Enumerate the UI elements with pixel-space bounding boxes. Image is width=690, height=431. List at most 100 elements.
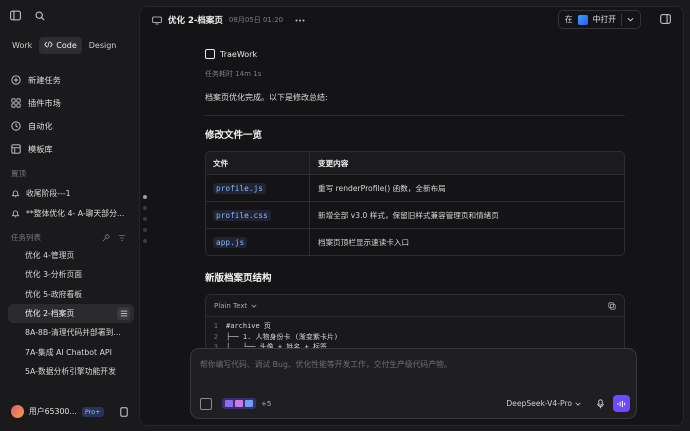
task-item[interactable]: 优化 3-分析页面 xyxy=(8,265,134,284)
nav-item-plugin-market[interactable]: 插件市场 xyxy=(8,91,132,114)
section-heading: 修改文件一览 xyxy=(205,130,263,141)
task-list-label: 任务列表 xyxy=(11,233,41,242)
user-profile[interactable]: 用户65300... Pro+ xyxy=(11,405,128,418)
app-icon xyxy=(577,14,588,25)
context-thumbnails[interactable] xyxy=(222,398,256,409)
panel-toggle-icon[interactable] xyxy=(660,14,671,24)
assistant-brand: TraeWork xyxy=(205,47,625,61)
nav-item-label: 模板库 xyxy=(28,143,53,154)
code-block: Plain Text 1 #archive 页 2 ├── 1. 人物身份卡 (渐变… xyxy=(205,294,625,354)
user-name: 用户65300... xyxy=(29,407,77,416)
task-item-label: 优化 5-政府看板 xyxy=(25,289,83,299)
code-icon xyxy=(44,37,53,54)
composer-placeholder[interactable]: 帮你编写代码、调试 Bug、优化性能等开发工作，交付生产级代码产物。 xyxy=(200,359,452,370)
scroll-indicator[interactable] xyxy=(143,195,147,243)
task-duration: 任务耗时 14m 1s xyxy=(205,70,262,78)
mode-switcher: Work Code Design xyxy=(7,37,121,54)
task-item-label: 优化 3-分析页面 xyxy=(25,270,83,280)
task-item[interactable]: 优化 4-管理页 xyxy=(8,246,134,265)
page-title: 优化 2-档案页 xyxy=(168,16,223,26)
task-item[interactable]: 7A-集成 AI Chatbot API xyxy=(8,342,134,361)
attach-icon[interactable] xyxy=(200,397,212,410)
task-item[interactable]: 优化 5-政府看板 xyxy=(8,285,134,304)
task-list: 优化 4-管理页 优化 3-分析页面 优化 5-政府看板 优化 2-档案页 8A… xyxy=(8,246,134,394)
image-icon xyxy=(235,400,243,407)
image-icon xyxy=(245,400,253,407)
nav-item-automation[interactable]: 自动化 xyxy=(8,114,132,137)
nav-item-label: 新建任务 xyxy=(28,74,61,85)
nav-item-templates[interactable]: 模板库 xyxy=(8,137,132,160)
open-in-suffix: 中打开 xyxy=(592,15,616,24)
table-header-file: 文件 xyxy=(213,158,229,168)
message-composer[interactable]: 帮你编写代码、调试 Bug、优化性能等开发工作，交付生产级代码产物。 +5 De… xyxy=(190,348,637,419)
task-item[interactable]: 5A-数据分析引擎功能开发 xyxy=(8,362,134,381)
monitor-icon xyxy=(152,16,162,25)
file-name[interactable]: profile.js xyxy=(213,182,266,194)
changes-table: 文件 变更内容 profile.js 重写 renderProfile() 函数… xyxy=(205,151,625,256)
task-item-label: 5A-数据分析引擎功能开发 xyxy=(25,366,116,376)
open-in-app-button[interactable]: 在 中打开 xyxy=(557,10,641,29)
device-icon[interactable] xyxy=(120,406,128,417)
table-header: 文件 变更内容 xyxy=(206,152,624,174)
pinned-item[interactable]: **整体优化 4- A-聊天部分... xyxy=(8,203,132,223)
task-list-header: 任务列表 xyxy=(11,232,126,243)
pinned-section-label: 置顶 xyxy=(11,169,26,178)
grid-icon xyxy=(11,97,21,108)
composer-toolbar: +5 DeepSeek-V4-Pro xyxy=(200,395,630,412)
task-item-label: 优化 2-档案页 xyxy=(25,309,75,319)
copy-icon[interactable] xyxy=(608,301,616,310)
mode-work-tab[interactable]: Work xyxy=(7,37,37,54)
model-selector[interactable]: DeepSeek-V4-Pro xyxy=(506,399,581,408)
pinned-item-label: **整体优化 4- A-聊天部分... xyxy=(26,208,125,218)
chevron-down-icon xyxy=(575,399,581,408)
sidebar-toggle-icon[interactable] xyxy=(10,10,21,21)
change-desc: 新增全部 v3.0 样式，保留旧样式兼容管理页和情绪页 xyxy=(318,210,499,220)
table-row: app.js 档案页顶栏显示速读卡入口 xyxy=(206,228,624,255)
task-item[interactable]: 8A-8B-清理代码并部署到... xyxy=(8,323,134,342)
section-heading: 新版档案页结构 xyxy=(205,273,272,284)
mode-code-tab[interactable]: Code xyxy=(39,37,82,54)
change-desc: 档案页顶栏显示速读卡入口 xyxy=(318,237,410,247)
code-line: 1 #archive 页 xyxy=(213,322,271,331)
mode-design-tab[interactable]: Design xyxy=(84,37,122,54)
template-icon xyxy=(11,143,21,154)
bell-icon xyxy=(11,189,20,198)
nav-item-new-task[interactable]: 新建任务 xyxy=(8,68,132,91)
nav-item-label: 自动化 xyxy=(28,120,53,131)
sidebar-top-actions xyxy=(10,10,45,21)
task-item-label: 优化 4-管理页 xyxy=(25,251,75,261)
file-name[interactable]: profile.css xyxy=(213,209,271,221)
filter-icon[interactable] xyxy=(118,234,126,242)
mode-code-label: Code xyxy=(56,41,77,50)
brand-name: TraeWork xyxy=(220,49,258,59)
clock-icon xyxy=(11,120,21,131)
message-content: TraeWork 任务耗时 14m 1s 档案页优化完成。以下是修改总结: 修改… xyxy=(205,47,625,354)
sidebar-nav: 新建任务 插件市场 自动化 模板库 xyxy=(8,68,132,160)
chevron-down-icon xyxy=(251,302,257,310)
nav-item-label: 插件市场 xyxy=(28,97,61,108)
divider xyxy=(205,115,625,116)
add-task-icon xyxy=(11,74,21,85)
pinned-item[interactable]: 收尾阶段---1 xyxy=(8,183,132,203)
more-icon[interactable] xyxy=(295,19,305,22)
pin-icon[interactable] xyxy=(102,233,110,242)
pinned-list: 收尾阶段---1 **整体优化 4- A-聊天部分... xyxy=(8,183,132,223)
microphone-icon[interactable] xyxy=(595,398,605,409)
code-block-header: Plain Text xyxy=(206,295,624,317)
task-options-icon[interactable] xyxy=(117,307,130,321)
send-button[interactable] xyxy=(613,395,630,412)
pro-badge: Pro+ xyxy=(81,406,104,417)
task-item-active[interactable]: 优化 2-档案页 xyxy=(8,303,134,324)
more-context-count[interactable]: +5 xyxy=(261,400,271,408)
model-name: DeepSeek-V4-Pro xyxy=(506,399,572,408)
code-line: 2 ├── 1. 人物身份卡 (渐变紫卡片) xyxy=(213,332,339,341)
table-row: profile.css 新增全部 v3.0 样式，保留旧样式兼容管理页和情绪页 xyxy=(206,201,624,228)
mode-design-label: Design xyxy=(88,41,117,50)
search-icon[interactable] xyxy=(35,11,45,21)
task-item-label: 7A-集成 AI Chatbot API xyxy=(25,347,112,357)
file-name[interactable]: app.js xyxy=(213,236,248,248)
change-desc: 重写 renderProfile() 函数，全新布局 xyxy=(318,183,446,193)
task-item-label: 8A-8B-清理代码并部署到... xyxy=(25,328,121,338)
language-select[interactable]: Plain Text xyxy=(214,302,257,310)
chevron-down-icon[interactable] xyxy=(627,17,634,22)
